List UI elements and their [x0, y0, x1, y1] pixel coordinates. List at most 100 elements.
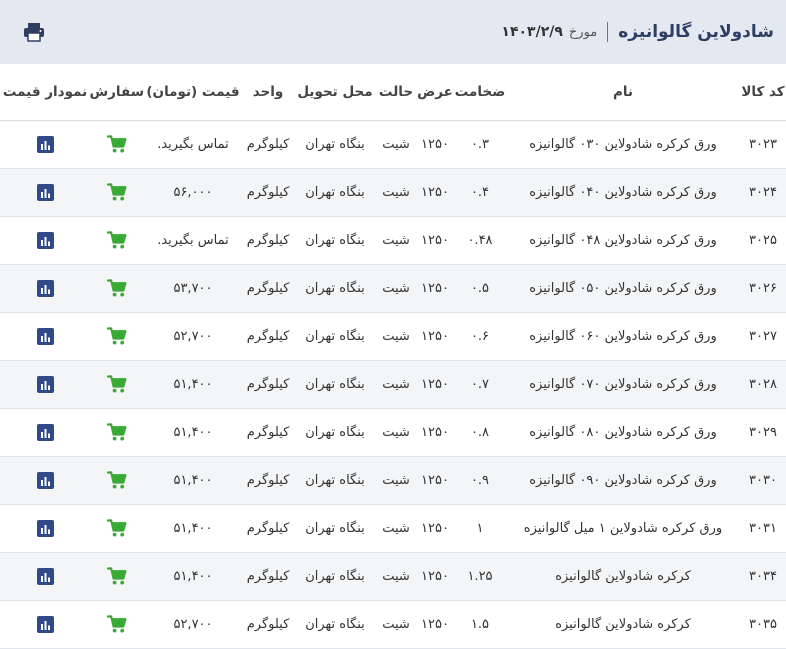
order-button[interactable] — [106, 231, 128, 251]
cell-width: ۱۲۵۰ — [416, 264, 454, 313]
order-button[interactable] — [106, 471, 128, 491]
price-chart-button[interactable] — [36, 232, 54, 249]
cell-delivery: بنگاه تهران — [294, 504, 376, 553]
price-chart-button[interactable] — [36, 280, 54, 297]
column-header-name: نام — [506, 64, 740, 121]
order-button[interactable] — [106, 423, 128, 443]
price-chart-button[interactable] — [36, 616, 54, 633]
cell-width: ۱۲۵۰ — [416, 120, 454, 169]
cell-order — [90, 456, 144, 505]
cell-width: ۱۲۵۰ — [416, 552, 454, 601]
date-label: مورخ — [568, 24, 598, 40]
cell-unit: کیلوگرم — [242, 456, 294, 505]
cell-state: شیت — [376, 456, 416, 505]
cell-chart — [0, 312, 90, 361]
price-chart-button[interactable] — [36, 376, 54, 393]
cell-price: ۵۱,۴۰۰ — [144, 504, 242, 553]
order-button[interactable] — [106, 375, 128, 395]
column-header-thickness: ضخامت — [454, 64, 506, 121]
cell-order — [90, 120, 144, 169]
table-row: ۳۰۳۵ کرکره شادولاین گالوانیزه ۱.۵ ۱۲۵۰ شیت بن… — [0, 600, 786, 649]
column-header-chart: نمودار قیمت — [0, 64, 90, 121]
cell-chart — [0, 504, 90, 553]
column-header-state: حالت — [376, 64, 416, 121]
shopping-cart-icon — [107, 567, 127, 585]
cell-delivery: بنگاه تهران — [294, 456, 376, 505]
cell-unit: کیلوگرم — [242, 216, 294, 265]
order-button[interactable] — [106, 615, 128, 635]
table-row: ۳۰۲۵ ورق کرکره شادولاین ۰۴۸ گالوانیزه ۰.۴۸… — [0, 216, 786, 265]
cell-order — [90, 264, 144, 313]
table-row: ۳۰۲۳ ورق کرکره شادولاین ۰۳۰ گالوانیزه ۰.۳ ۱… — [0, 120, 786, 169]
cell-code: ۳۰۲۹ — [740, 408, 786, 457]
order-button[interactable] — [106, 135, 128, 155]
order-button[interactable] — [106, 183, 128, 203]
cell-code: ۳۰۲۵ — [740, 216, 786, 265]
cell-thickness: ۱.۵ — [454, 600, 506, 649]
table-row: ۳۰۳۱ ورق کرکره شادولاین ۱ میل گالوانیزه ۱ ۱… — [0, 504, 786, 553]
order-button[interactable] — [106, 519, 128, 539]
cell-chart — [0, 360, 90, 409]
cell-unit: کیلوگرم — [242, 600, 294, 649]
cell-width: ۱۲۵۰ — [416, 216, 454, 265]
price-chart-button[interactable] — [36, 184, 54, 201]
cell-unit: کیلوگرم — [242, 120, 294, 169]
cell-code: ۳۰۲۸ — [740, 360, 786, 409]
order-button[interactable] — [106, 279, 128, 299]
order-button[interactable] — [106, 567, 128, 587]
cell-state: شیت — [376, 600, 416, 649]
cell-thickness: ۱.۲۵ — [454, 552, 506, 601]
cell-width: ۱۲۵۰ — [416, 456, 454, 505]
price-chart-button[interactable] — [36, 520, 54, 537]
cell-state: شیت — [376, 168, 416, 217]
cell-unit: کیلوگرم — [242, 168, 294, 217]
cell-price: تماس بگیرید. — [144, 216, 242, 265]
table-row: ۳۰۲۶ ورق کرکره شادولاین ۰۵۰ گالوانیزه ۰.۵ ۱… — [0, 264, 786, 313]
header-title-group: شادولاین گالوانیزه مورخ ۱۴۰۳/۲/۹ — [501, 22, 774, 42]
cell-code: ۳۰۲۳ — [740, 120, 786, 169]
price-chart-button[interactable] — [36, 136, 54, 153]
cell-thickness: ۰.۸ — [454, 408, 506, 457]
cell-width: ۱۲۵۰ — [416, 360, 454, 409]
cell-state: شیت — [376, 216, 416, 265]
bar-chart-icon — [40, 284, 50, 294]
cell-order — [90, 600, 144, 649]
cell-name: کرکره شادولاین گالوانیزه — [506, 552, 740, 601]
cell-order — [90, 360, 144, 409]
price-table: کد کالا نام ضخامت عرض حالت محل تحویل واح… — [0, 64, 786, 649]
bar-chart-icon — [40, 620, 50, 630]
column-header-order: سفارش — [90, 64, 144, 121]
cell-code: ۳۰۲۶ — [740, 264, 786, 313]
cell-thickness: ۰.۴۸ — [454, 216, 506, 265]
cell-price: ۵۱,۴۰۰ — [144, 360, 242, 409]
cell-name: ورق کرکره شادولاین ۰۴۸ گالوانیزه — [506, 216, 740, 265]
price-chart-button[interactable] — [36, 472, 54, 489]
cell-width: ۱۲۵۰ — [416, 168, 454, 217]
cell-code: ۳۰۳۰ — [740, 456, 786, 505]
cell-unit: کیلوگرم — [242, 504, 294, 553]
cell-order — [90, 312, 144, 361]
cell-chart — [0, 264, 90, 313]
cell-chart — [0, 216, 90, 265]
cell-price: ۵۲,۷۰۰ — [144, 312, 242, 361]
cell-thickness: ۰.۶ — [454, 312, 506, 361]
print-button[interactable] — [22, 20, 46, 44]
cell-state: شیت — [376, 312, 416, 361]
price-chart-button[interactable] — [36, 424, 54, 441]
bar-chart-icon — [40, 428, 50, 438]
price-chart-button[interactable] — [36, 328, 54, 345]
table-row: ۳۰۲۷ ورق کرکره شادولاین ۰۶۰ گالوانیزه ۰.۶ ۱… — [0, 312, 786, 361]
table-row: ۳۰۳۰ ورق کرکره شادولاین ۰۹۰ گالوانیزه ۰.۹ ۱… — [0, 456, 786, 505]
order-button[interactable] — [106, 327, 128, 347]
cell-thickness: ۰.۵ — [454, 264, 506, 313]
cell-name: ورق کرکره شادولاین ۰۴۰ گالوانیزه — [506, 168, 740, 217]
cell-price: ۵۶,۰۰۰ — [144, 168, 242, 217]
bar-chart-icon — [40, 572, 50, 582]
cell-name: ورق کرکره شادولاین ۰۵۰ گالوانیزه — [506, 264, 740, 313]
cell-chart — [0, 456, 90, 505]
shopping-cart-icon — [107, 231, 127, 249]
column-header-price: قیمت (تومان) — [144, 64, 242, 121]
cell-chart — [0, 120, 90, 169]
price-chart-button[interactable] — [36, 568, 54, 585]
cell-name: کرکره شادولاین گالوانیزه — [506, 600, 740, 649]
